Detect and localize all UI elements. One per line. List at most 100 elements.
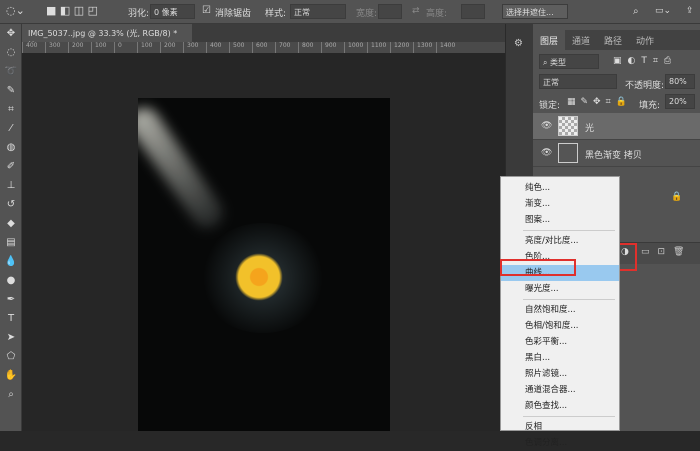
footer-icons[interactable]: ▭⊡🗑: [641, 247, 692, 257]
layer-filter-select[interactable]: ⌕ 类型: [539, 54, 599, 69]
layer-thumbnail: [558, 143, 578, 163]
eraser-icon[interactable]: ◆: [0, 214, 22, 233]
tab-actions[interactable]: 动作: [629, 30, 661, 50]
toolbar: ✥ ◌ ➰ ✎ ⌗ ⁄ ◍ ✐ ⊥ ↺ ◆ ▤ 💧 ● ✒ T ➤ ⬠ ✋ ⌕: [0, 24, 22, 431]
tab-layers[interactable]: 图层: [533, 30, 566, 50]
move-tool-icon[interactable]: ✥: [0, 24, 22, 43]
width-input[interactable]: [378, 4, 402, 19]
lock-label: 锁定:: [539, 101, 561, 111]
ruler-tick: 1100: [367, 42, 390, 53]
menu-item[interactable]: 渐变...: [501, 196, 619, 212]
height-label: 高度:: [426, 9, 448, 19]
ruler-tick: 300: [45, 42, 68, 53]
style-select[interactable]: 正常: [290, 4, 346, 19]
layer-thumbnail: [558, 116, 578, 136]
ruler-tick: 400: [206, 42, 229, 53]
antialias-checkbox[interactable]: ☑: [202, 5, 211, 16]
gradient-tool-icon[interactable]: ▤: [0, 233, 22, 252]
eye-icon[interactable]: 👁: [541, 121, 552, 131]
hand-tool-icon[interactable]: ✋: [0, 366, 22, 385]
eye-icon[interactable]: 👁: [541, 148, 552, 158]
opacity-input[interactable]: 80%: [665, 74, 695, 89]
pen-tool-icon[interactable]: ✒: [0, 290, 22, 309]
swap-icon[interactable]: ⇄: [412, 6, 420, 16]
document-tab[interactable]: IMG_5037..jpg @ 33.3% (光, RGB/8) * ×: [22, 24, 192, 48]
type-tool-icon[interactable]: T: [0, 309, 22, 328]
lock-icon: 🔒: [671, 192, 683, 202]
properties-icon[interactable]: ⚙: [514, 38, 523, 49]
menu-item[interactable]: 图案...: [501, 212, 619, 228]
workspace-icon[interactable]: ▭⌄: [655, 6, 671, 16]
menu-item[interactable]: 亮度/对比度...: [501, 233, 619, 249]
opacity-label: 不透明度:: [625, 81, 665, 91]
tab-channels[interactable]: 通道: [565, 30, 597, 50]
blur-tool-icon[interactable]: 💧: [0, 252, 22, 271]
document-image: [138, 98, 390, 431]
marquee-tool-icon[interactable]: ◌: [0, 43, 22, 62]
menu-item[interactable]: 自然饱和度...: [501, 302, 619, 318]
crop-tool-icon[interactable]: ⌗: [0, 100, 22, 119]
menu-item[interactable]: 纯色...: [501, 180, 619, 196]
menu-separator: [523, 416, 615, 417]
ruler-tick: 900: [321, 42, 344, 53]
menu-item[interactable]: 反相: [501, 419, 619, 435]
width-label: 宽度:: [356, 9, 378, 19]
light-beam: [138, 102, 229, 234]
horizontal-ruler: 400 300 200 100 0 100 200 300 400 500 600 700 800 900…: [22, 42, 505, 53]
ruler-tick: 200: [68, 42, 91, 53]
ruler-tick: 1300: [413, 42, 436, 53]
select-and-mask-button[interactable]: 选择并遮住...: [502, 4, 568, 19]
search-icon[interactable]: ⌕: [633, 6, 639, 17]
healing-brush-icon[interactable]: ◍: [0, 138, 22, 157]
lasso-tool-icon[interactable]: ➰: [0, 62, 22, 81]
layer-row[interactable]: 👁 光: [533, 113, 700, 140]
eyedropper-icon[interactable]: ⁄: [0, 119, 22, 138]
filter-value: 类型: [550, 58, 567, 67]
menu-item[interactable]: 色彩平衡...: [501, 334, 619, 350]
path-select-icon[interactable]: ➤: [0, 328, 22, 347]
feather-label: 羽化:: [128, 9, 150, 19]
menu-item[interactable]: 通道混合器...: [501, 382, 619, 398]
tab-paths[interactable]: 路径: [597, 30, 629, 50]
history-brush-icon[interactable]: ↺: [0, 195, 22, 214]
stamp-tool-icon[interactable]: ⊥: [0, 176, 22, 195]
zoom-tool-icon[interactable]: ⌕: [0, 385, 22, 404]
menu-item[interactable]: 色调分离...: [501, 435, 619, 451]
ruler-tick: 300: [183, 42, 206, 53]
panel-tabs: 图层 通道 路径 动作: [533, 30, 700, 50]
menu-item[interactable]: 照片滤镜...: [501, 366, 619, 382]
annotation-box-curves: [500, 259, 576, 276]
ruler-tick: 0: [114, 42, 137, 53]
fill-input[interactable]: 20%: [665, 94, 695, 109]
menu-item[interactable]: 黑白...: [501, 350, 619, 366]
lock-icons[interactable]: ▦✎✥⌗🔒: [567, 97, 632, 107]
quick-select-icon[interactable]: ✎: [0, 81, 22, 100]
document-title: IMG_5037..jpg @ 33.3% (光, RGB/8) *: [28, 29, 178, 38]
shape-tool-icon[interactable]: ⬠: [0, 347, 22, 366]
dodge-tool-icon[interactable]: ●: [0, 271, 22, 290]
menu-item[interactable]: 色相/饱和度...: [501, 318, 619, 334]
layer-name: 黑色渐变 拷贝: [585, 151, 642, 161]
ruler-tick: 600: [252, 42, 275, 53]
antialias-label: 消除锯齿: [215, 9, 252, 19]
layer-row[interactable]: 👁 黑色渐变 拷贝: [533, 140, 700, 167]
filter-icons[interactable]: ▣◐T⌗⎙: [613, 56, 677, 66]
marquee-ellipse-icon[interactable]: ◌⌄: [6, 4, 25, 17]
menu-item[interactable]: 颜色查找...: [501, 398, 619, 414]
share-icon[interactable]: ⇪: [686, 6, 694, 16]
style-label: 样式:: [265, 9, 287, 19]
ruler-tick: 500: [229, 42, 252, 53]
yellow-flower: [235, 253, 283, 301]
menu-item[interactable]: 曝光度...: [501, 281, 619, 297]
menu-separator: [523, 230, 615, 231]
ruler-tick: 800: [298, 42, 321, 53]
ruler-tick: 100: [91, 42, 114, 53]
ruler-tick: 1000: [344, 42, 367, 53]
blend-mode-select[interactable]: 正常: [539, 74, 617, 89]
menu-separator: [523, 299, 615, 300]
feather-input[interactable]: 0 像素: [150, 4, 195, 19]
height-input[interactable]: [461, 4, 485, 19]
selection-mode-icons[interactable]: ■ ◧ ◫ ◰: [46, 4, 98, 17]
brush-tool-icon[interactable]: ✐: [0, 157, 22, 176]
layer-name: 光: [585, 124, 595, 134]
